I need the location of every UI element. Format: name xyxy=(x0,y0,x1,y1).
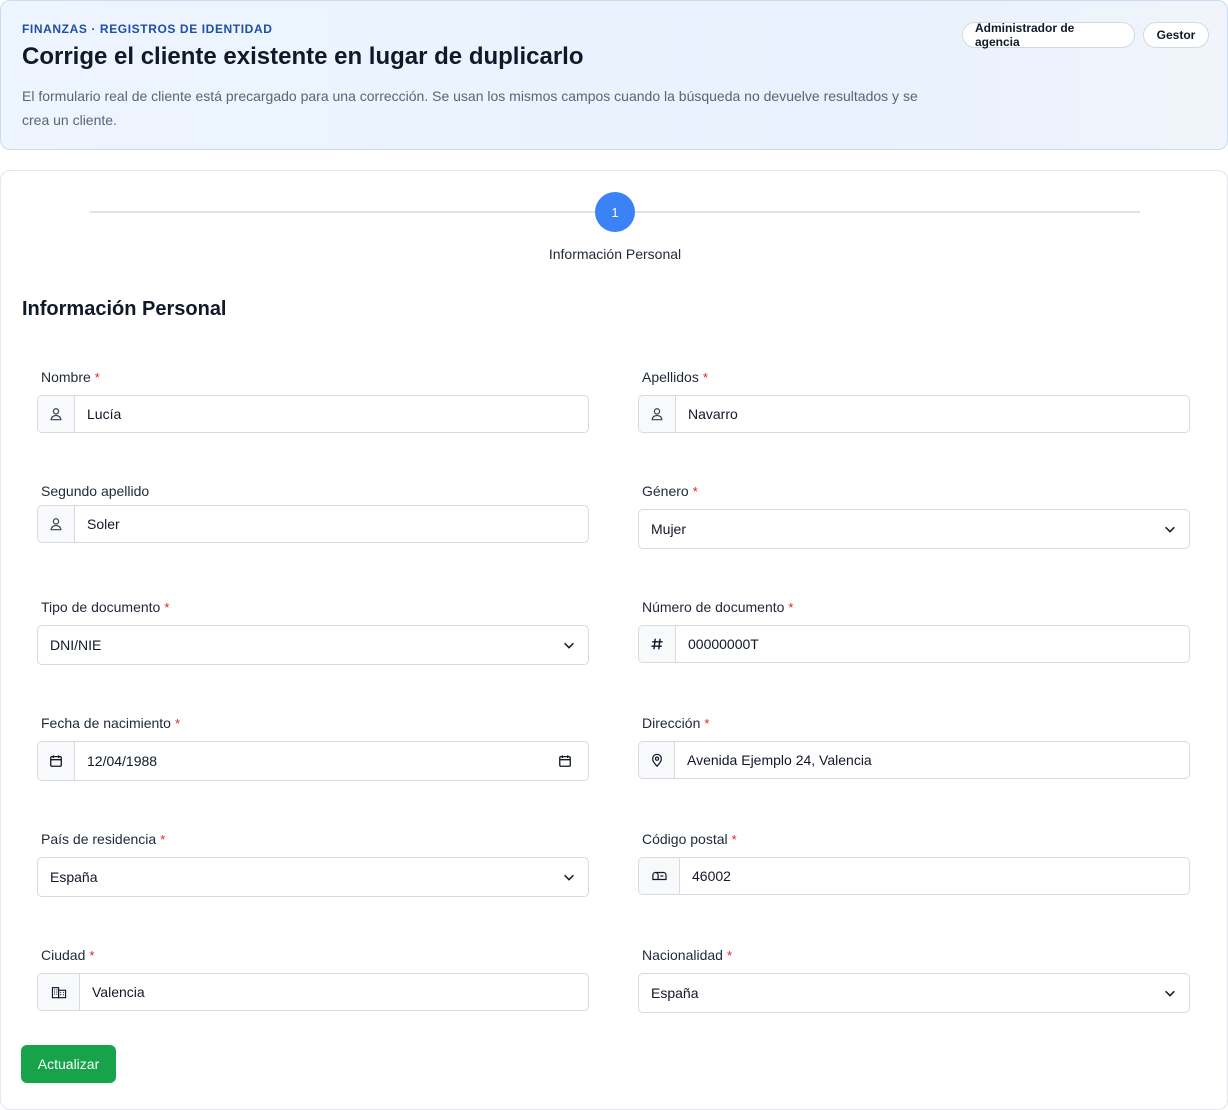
step-indicator[interactable]: 1 xyxy=(595,192,635,232)
numero-documento-input[interactable]: 00000000T xyxy=(638,625,1190,663)
calendar-icon xyxy=(38,742,75,780)
genero-select[interactable]: Mujer xyxy=(638,509,1190,549)
field-label: Fecha de nacimiento * xyxy=(37,714,589,732)
role-badge-admin[interactable]: Administrador de agencia xyxy=(962,21,1135,49)
field-label-text: Género xyxy=(642,483,689,499)
field-direccion: Dirección * Avenida Ejemplo 24, Valencia xyxy=(638,714,1190,779)
nacionalidad-select[interactable]: España xyxy=(638,973,1190,1013)
required-mark: * xyxy=(704,715,710,731)
fecha-nacimiento-field[interactable]: 12/04/1988 xyxy=(75,742,588,780)
chevron-down-icon xyxy=(1163,986,1177,1000)
required-mark: * xyxy=(94,369,100,385)
codigo-postal-input[interactable]: 46002 xyxy=(638,857,1190,895)
required-mark: * xyxy=(164,599,170,615)
mailbox-icon xyxy=(639,858,680,894)
nacionalidad-value: España xyxy=(651,985,699,1001)
field-nacionalidad: Nacionalidad * España xyxy=(638,946,1190,1013)
person-icon xyxy=(639,396,676,432)
tipo-documento-select[interactable]: DNI/NIE xyxy=(37,625,589,665)
field-genero: Género * Mujer xyxy=(638,482,1190,549)
page-header: FINANZAS · REGISTROS DE IDENTIDAD Corrig… xyxy=(0,0,1228,150)
field-label-text: Apellidos xyxy=(642,369,699,385)
field-label: Código postal * xyxy=(638,830,1190,848)
required-mark: * xyxy=(89,947,95,963)
chevron-down-icon xyxy=(562,870,576,884)
field-label: Género * xyxy=(638,482,1190,500)
required-mark: * xyxy=(692,483,698,499)
fecha-nacimiento-value: 12/04/1988 xyxy=(87,753,158,769)
pais-residencia-value: España xyxy=(50,869,98,885)
field-pais-residencia: País de residencia * España xyxy=(37,830,589,897)
role-badge-gestor[interactable]: Gestor xyxy=(1143,22,1209,48)
required-mark: * xyxy=(726,947,733,963)
update-button[interactable]: Actualizar xyxy=(21,1045,116,1083)
required-mark: * xyxy=(788,599,794,615)
field-label-text: Código postal xyxy=(642,831,728,847)
person-icon xyxy=(38,506,75,542)
field-label-text: Fecha de nacimiento xyxy=(41,715,171,731)
section-eyebrow: FINANZAS · REGISTROS DE IDENTIDAD xyxy=(22,22,273,36)
field-ciudad: Ciudad * Valencia xyxy=(37,946,589,1011)
step-label: Información Personal xyxy=(548,246,682,262)
page-title: Corrige el cliente existente en lugar de… xyxy=(22,43,584,70)
required-mark: * xyxy=(160,831,166,847)
chevron-down-icon xyxy=(1163,522,1177,536)
field-label-text: Ciudad xyxy=(41,947,86,963)
field-label: Nacionalidad * xyxy=(638,946,1190,964)
field-label: Apellidos * xyxy=(638,368,1190,386)
required-mark: * xyxy=(731,831,737,847)
nombre-value[interactable]: Lucía xyxy=(75,396,588,432)
codigo-postal-value[interactable]: 46002 xyxy=(680,858,1189,894)
field-label: Tipo de documento * xyxy=(37,598,589,616)
field-label-text: País de residencia xyxy=(41,831,157,847)
segundo-apellido-input[interactable]: Soler xyxy=(37,505,589,543)
field-segundo-apellido: Segundo apellido Soler xyxy=(37,482,589,543)
required-mark: * xyxy=(174,715,181,731)
field-label: Nombre * xyxy=(37,368,589,386)
field-tipo-documento: Tipo de documento * DNI/NIE xyxy=(37,598,589,665)
genero-value: Mujer xyxy=(651,521,687,537)
apellidos-input[interactable]: Navarro xyxy=(638,395,1190,433)
field-label: País de residencia * xyxy=(37,830,589,848)
nombre-input[interactable]: Lucía xyxy=(37,395,589,433)
pais-residencia-select[interactable]: España xyxy=(37,857,589,897)
date-picker-icon[interactable] xyxy=(558,754,572,768)
field-label: Dirección * xyxy=(638,714,1190,732)
direccion-value[interactable]: Avenida Ejemplo 24, Valencia xyxy=(675,742,1189,778)
city-icon xyxy=(38,974,80,1010)
field-label: Segundo apellido xyxy=(37,482,589,500)
hash-icon xyxy=(639,626,676,662)
required-mark: * xyxy=(702,369,708,385)
section-title: Información Personal xyxy=(22,298,227,320)
field-label-text: Nombre xyxy=(41,369,91,385)
person-icon xyxy=(38,396,75,432)
ciudad-value[interactable]: Valencia xyxy=(80,974,588,1010)
chevron-down-icon xyxy=(562,638,576,652)
field-label-text: Número de documento xyxy=(642,599,785,615)
page-description: El formulario real de cliente está preca… xyxy=(22,88,918,128)
field-numero-documento: Número de documento * 00000000T xyxy=(638,598,1190,663)
field-label-text: Segundo apellido xyxy=(41,483,150,499)
numero-documento-value[interactable]: 00000000T xyxy=(676,626,1189,662)
location-pin-icon xyxy=(639,742,675,778)
segundo-apellido-value[interactable]: Soler xyxy=(75,506,588,542)
field-label-text: Dirección xyxy=(642,715,701,731)
field-label-text: Tipo de documento xyxy=(41,599,161,615)
tipo-documento-value: DNI/NIE xyxy=(50,637,102,653)
ciudad-input[interactable]: Valencia xyxy=(37,973,589,1011)
field-label: Ciudad * xyxy=(37,946,589,964)
apellidos-value[interactable]: Navarro xyxy=(676,396,1189,432)
fecha-nacimiento-input[interactable]: 12/04/1988 xyxy=(37,741,589,781)
direccion-input[interactable]: Avenida Ejemplo 24, Valencia xyxy=(638,741,1190,779)
field-nombre: Nombre * Lucía xyxy=(37,368,589,433)
field-apellidos: Apellidos * Navarro xyxy=(638,368,1190,433)
field-label-text: Nacionalidad xyxy=(642,947,723,963)
field-codigo-postal: Código postal * 46002 xyxy=(638,830,1190,895)
field-label: Número de documento * xyxy=(638,598,1190,616)
field-fecha-nacimiento: Fecha de nacimiento * 12/04/1988 xyxy=(37,714,589,781)
